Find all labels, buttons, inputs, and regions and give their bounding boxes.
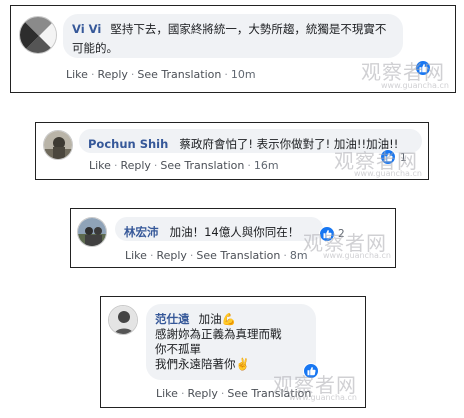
comment-text: 加油！14億人與你同在！ — [169, 225, 300, 239]
commenter-name[interactable]: 范仕遠 — [155, 312, 190, 326]
see-translation-link[interactable]: See Translation — [137, 68, 221, 81]
commenter-name[interactable]: Vi Vi — [72, 22, 101, 36]
reply-link[interactable]: Reply — [156, 249, 186, 262]
comment-card-4: 范仕遠 加油💪 感謝妳為正義為真理而戰 你不孤單 我們永遠陪著你✌️ Like ·… — [100, 296, 366, 408]
avatar[interactable] — [108, 305, 138, 335]
reply-link[interactable]: Reply — [187, 387, 217, 400]
see-translation-link[interactable]: See Translation — [160, 159, 244, 172]
reply-link[interactable]: Reply — [97, 68, 127, 81]
see-translation-link[interactable]: See Translation — [196, 249, 280, 262]
comment-card-1: Vi Vi 堅持下去，國家終將統一，大勢所趨，統獨是不現實不可能的。 Like ·… — [10, 5, 456, 93]
avatar[interactable] — [77, 217, 107, 247]
comment-actions: Like · Reply · See Translation · 10m — [66, 68, 256, 81]
avatar-image — [109, 306, 137, 334]
watermark-url: www.guancha.cn — [289, 393, 357, 402]
avatar-image — [44, 131, 72, 159]
comment-bubble: Vi Vi 堅持下去，國家終將統一，大勢所趨，統獨是不現實不可能的。 — [63, 14, 403, 58]
commenter-name[interactable]: Pochun Shih — [88, 137, 168, 151]
watermark-url: www.guancha.cn — [354, 169, 422, 178]
avatar[interactable] — [43, 130, 73, 160]
reply-link[interactable]: Reply — [120, 159, 150, 172]
comment-card-2: Pochun Shih 蔡政府會怕了! 表示你做對了! 加油!!加油!! Lik… — [35, 122, 429, 180]
like-link[interactable]: Like — [66, 68, 88, 81]
comment-bubble: 林宏沛 加油！14億人與你同在！ — [115, 217, 323, 241]
comment-text-line-2: 感謝妳為正義為真理而戰 — [155, 327, 282, 341]
comment-text-line-3: 你不孤單 — [155, 342, 201, 356]
watermark-url: www.guancha.cn — [323, 251, 391, 260]
comment-actions: Like · Reply · See Translation · 8m — [125, 249, 308, 262]
avatar-image — [20, 17, 56, 53]
avatar[interactable] — [19, 16, 57, 54]
timestamp[interactable]: 10m — [231, 68, 256, 81]
comment-text: 堅持下去，國家終將統一，大勢所趨，統獨是不現實不可能的。 — [72, 22, 387, 55]
comment-actions: Like · Reply · See Translation · 16m — [89, 159, 279, 172]
like-link[interactable]: Like — [156, 387, 178, 400]
like-link[interactable]: Like — [89, 159, 111, 172]
timestamp[interactable]: 16m — [254, 159, 279, 172]
comment-card-3: 林宏沛 加油！14億人與你同在！ Like · Reply · See Translat… — [70, 208, 396, 268]
avatar-image — [78, 218, 106, 246]
commenter-name[interactable]: 林宏沛 — [124, 225, 159, 239]
like-link[interactable]: Like — [125, 249, 147, 262]
watermark-url: www.guancha.cn — [381, 81, 449, 90]
comment-text-line-1: 加油💪 — [198, 312, 236, 326]
